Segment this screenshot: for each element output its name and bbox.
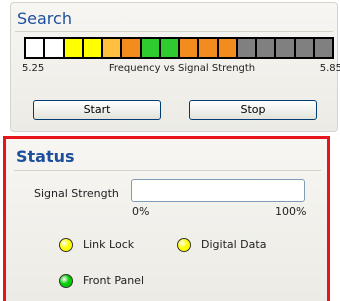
link-lock-indicator-icon <box>59 238 73 252</box>
signal-strength-label: Signal Strength <box>34 187 119 200</box>
frequency-segment <box>237 39 255 57</box>
frequency-segment <box>257 39 275 57</box>
frequency-segment <box>45 39 63 57</box>
frequency-axis-labels: 5.25 Frequency vs Signal Strength 5.85 <box>22 63 340 77</box>
status-title-divider <box>14 170 321 171</box>
frequency-segment <box>26 39 44 57</box>
status-title: Status <box>16 147 75 166</box>
link-lock-label: Link Lock <box>83 238 135 251</box>
frequency-segment <box>218 39 236 57</box>
frequency-signal-bar <box>24 37 334 59</box>
frequency-segment <box>295 39 313 57</box>
frequency-segment <box>160 39 178 57</box>
front-panel-indicator-icon <box>59 274 73 288</box>
signal-min-label: 0% <box>132 205 150 218</box>
start-button[interactable]: Start <box>33 100 161 120</box>
search-title: Search <box>17 9 72 28</box>
search-panel: Search 5.25 Frequency vs Signal Strength… <box>10 2 340 132</box>
signal-max-label: 100% <box>275 205 307 218</box>
frequency-segment <box>141 39 159 57</box>
frequency-segment <box>199 39 217 57</box>
frequency-max-label: 5.85 <box>319 63 340 74</box>
search-title-divider <box>15 31 333 32</box>
frequency-segment <box>314 39 332 57</box>
front-panel-label: Front Panel <box>83 274 144 287</box>
frequency-segment <box>180 39 198 57</box>
frequency-segment <box>276 39 294 57</box>
frequency-segment <box>103 39 121 57</box>
frequency-segment <box>122 39 140 57</box>
status-panel: Status Signal Strength 0% 100% Link Lock… <box>3 136 330 301</box>
frequency-segment <box>64 39 82 57</box>
digital-data-label: Digital Data <box>201 238 267 251</box>
frequency-segment <box>83 39 101 57</box>
digital-data-indicator-icon <box>177 238 191 252</box>
signal-strength-meter <box>131 179 305 202</box>
frequency-bar-title: Frequency vs Signal Strength <box>108 63 256 74</box>
stop-button[interactable]: Stop <box>189 100 317 120</box>
